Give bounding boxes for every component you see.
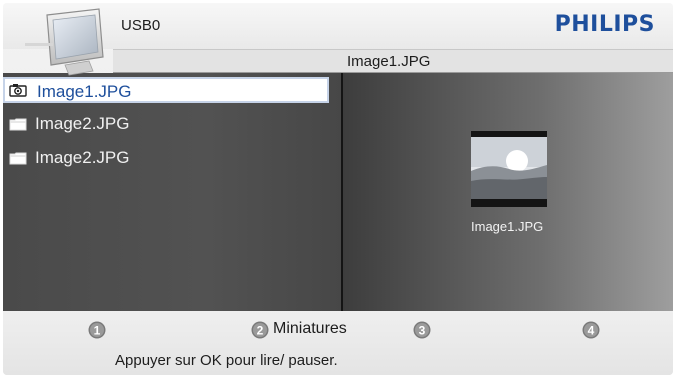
file-list: Image1.JPG Image2.JPG Image2.JPG — [3, 73, 341, 311]
button-4-number: 4 — [588, 324, 595, 338]
button-1-number: 1 — [94, 324, 101, 338]
current-file-bar: Image1.JPG — [113, 49, 673, 73]
button-1-icon[interactable]: 1 — [88, 321, 106, 339]
preview-filename: Image1.JPG — [471, 219, 544, 234]
file-item-image2-copy[interactable]: Image2.JPG — [3, 145, 329, 171]
button-2-number: 2 — [257, 324, 264, 338]
button-4-icon[interactable]: 4 — [582, 321, 600, 339]
hint-text: Appuyer sur OK pour lire/ pauser. — [115, 352, 338, 369]
file-item-image2[interactable]: Image2.JPG — [3, 111, 329, 137]
file-item-label: Image2.JPG — [35, 114, 130, 133]
button-3-number: 3 — [419, 324, 426, 338]
source-label: USB0 — [121, 17, 161, 34]
image-thumbnail-icon — [471, 131, 547, 207]
tv-icon — [25, 8, 104, 76]
current-file-title: Image1.JPG — [347, 53, 431, 70]
brand-logo: PHILIPS — [554, 12, 655, 37]
file-item-label: Image1.JPG — [37, 82, 132, 101]
file-item-label: Image2.JPG — [35, 148, 130, 167]
miniatures-label[interactable]: Miniatures — [273, 320, 347, 338]
folder-icon — [9, 152, 27, 165]
camera-icon — [9, 84, 27, 97]
file-item-image1[interactable]: Image1.JPG — [3, 77, 329, 103]
button-3-icon[interactable]: 3 — [413, 321, 431, 339]
media-browser-window: USB0 PHILIPS Image1.JPG Image1.JPG Image… — [3, 3, 673, 375]
preview-panel: Image1.JPG — [343, 73, 673, 311]
button-2-icon[interactable]: 2 — [251, 321, 269, 339]
footer-bar: 1 2 Miniatures 3 4 Appuyer sur OK pour l… — [3, 311, 673, 375]
folder-icon — [9, 118, 27, 131]
